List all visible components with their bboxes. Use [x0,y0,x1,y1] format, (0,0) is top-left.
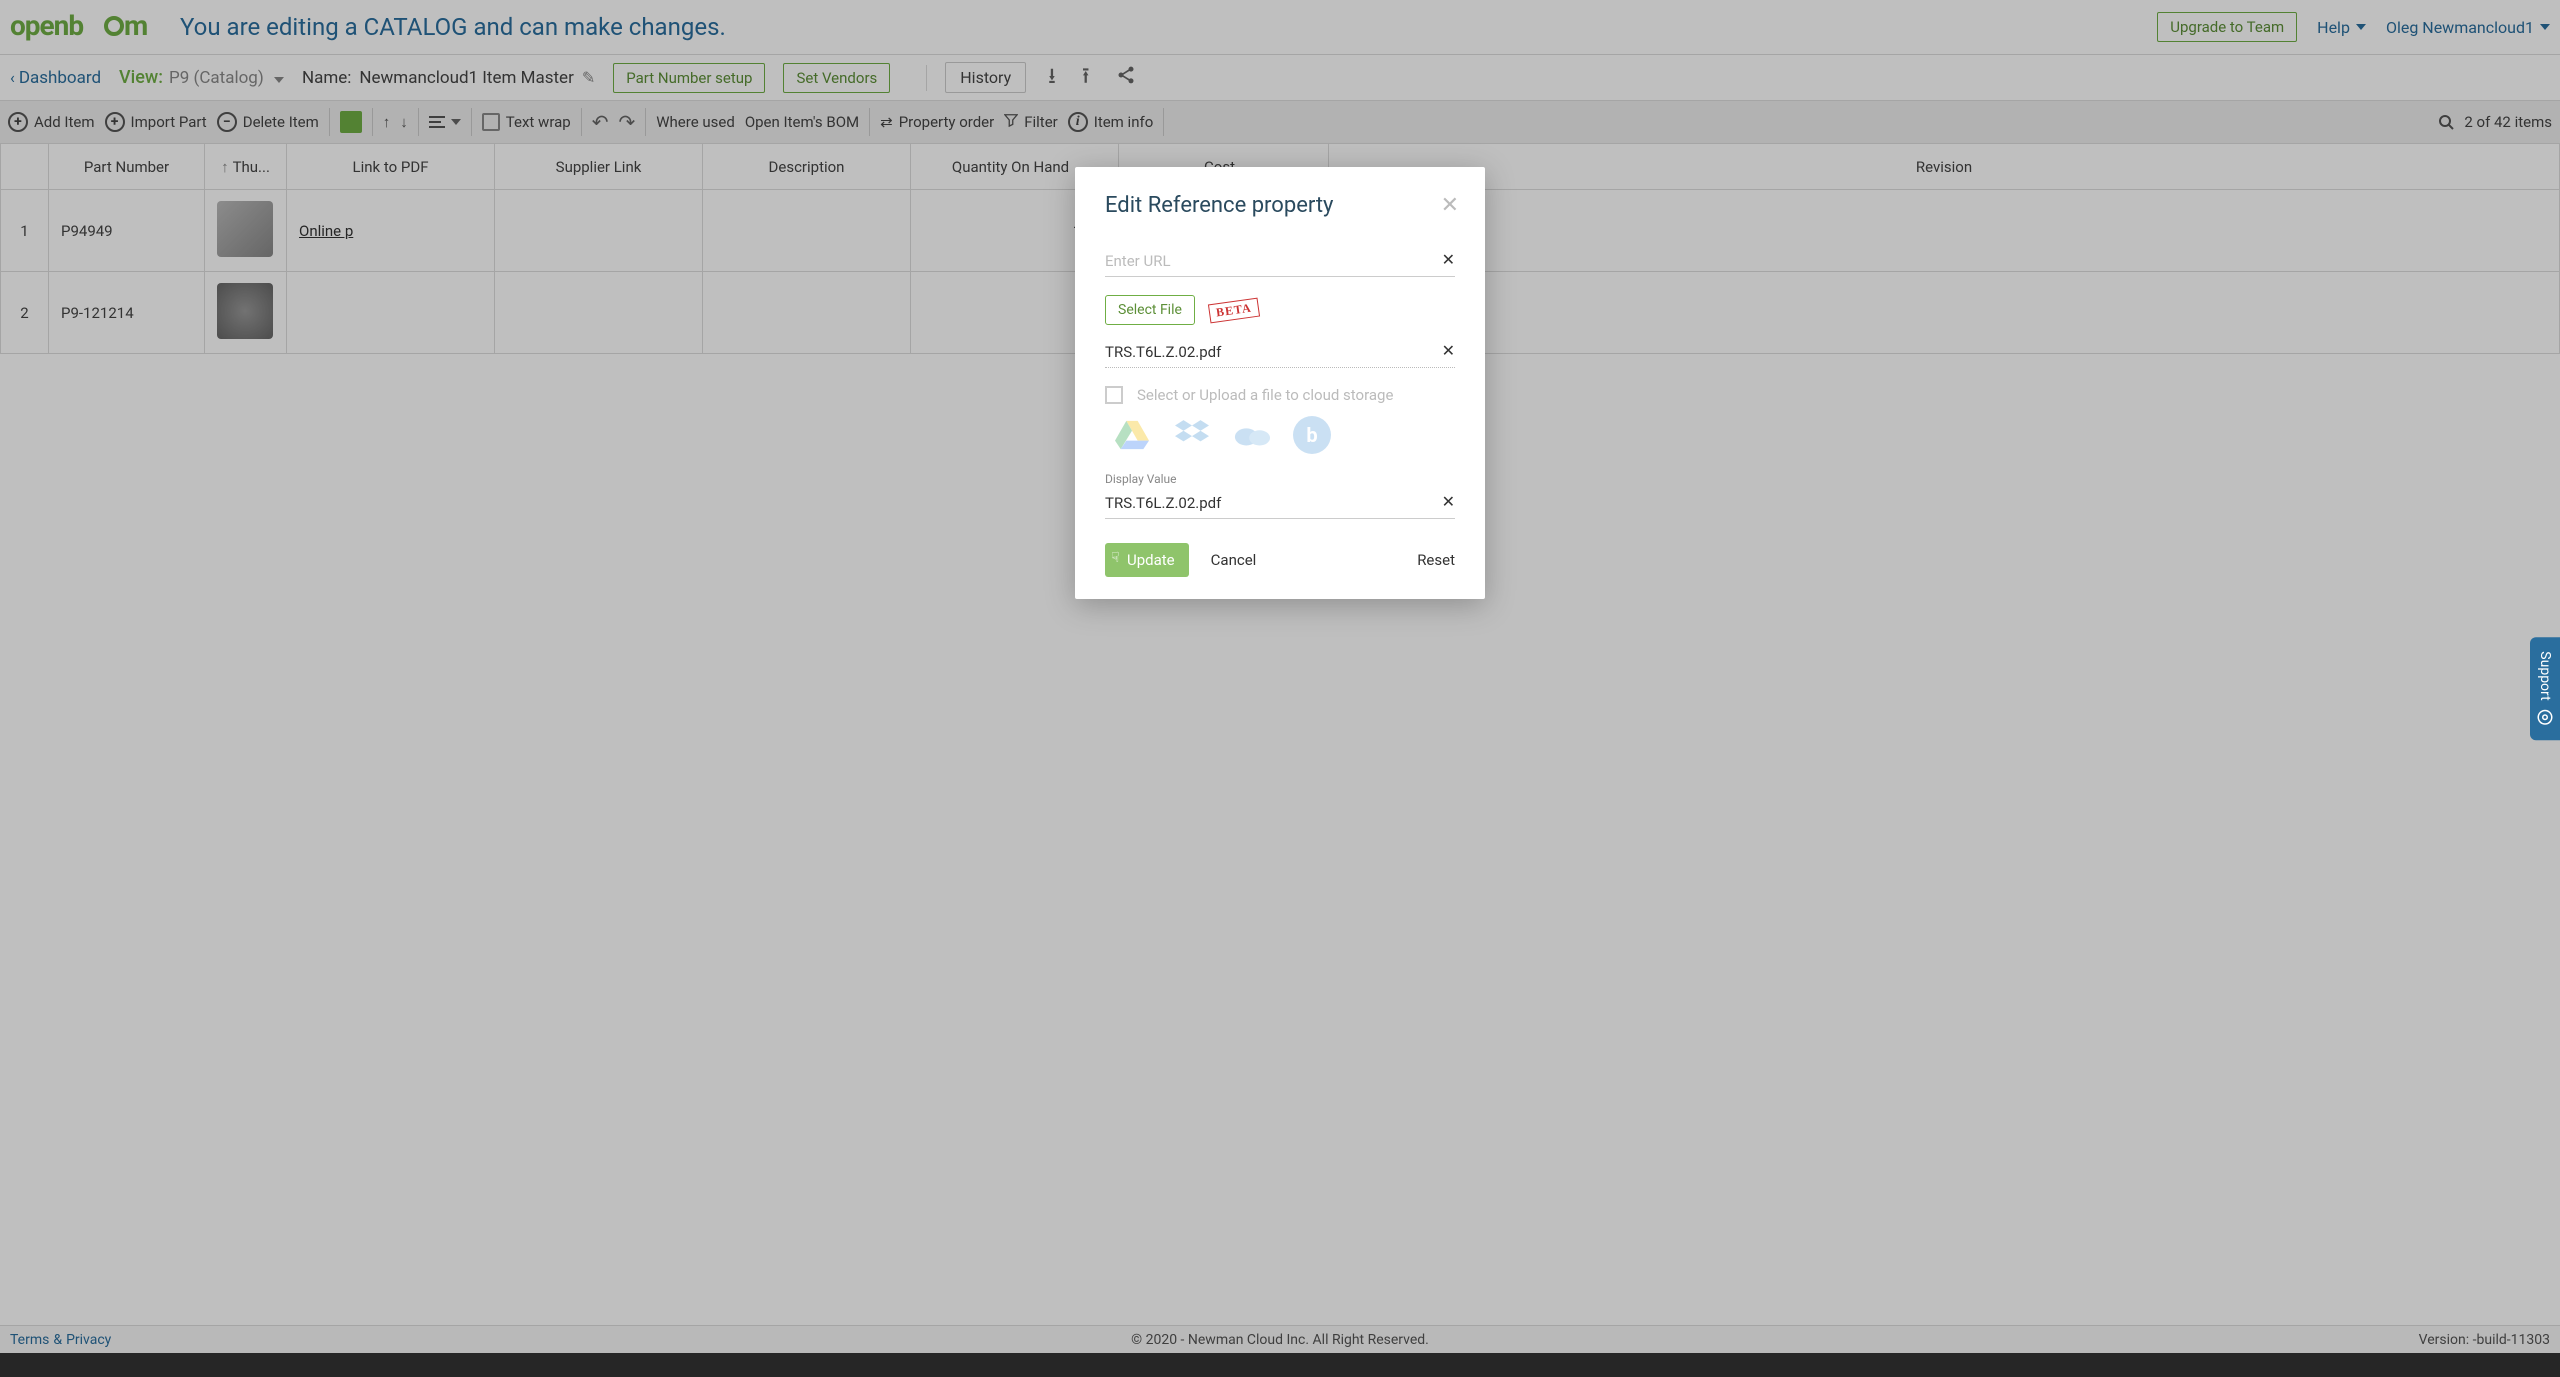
reset-button[interactable]: Reset [1417,551,1455,569]
support-icon [2536,708,2554,726]
cloud-upload-label: Select or Upload a file to cloud storage [1137,386,1393,404]
update-button[interactable]: ☟ Update [1105,543,1189,577]
cloud-upload-checkbox[interactable] [1105,386,1123,404]
selected-file-field[interactable] [1105,337,1455,368]
support-tab[interactable]: Support [2530,637,2560,740]
support-label: Support [2537,651,2553,700]
modal-title: Edit Reference property [1105,193,1455,218]
beta-badge: BETA [1208,297,1260,323]
url-input[interactable] [1105,246,1455,277]
clear-file-icon[interactable]: ✕ [1442,341,1455,360]
display-value-label: Display Value [1105,472,1455,486]
dropbox-icon[interactable] [1173,416,1211,454]
box-icon[interactable]: b [1293,416,1331,454]
google-drive-icon[interactable] [1113,416,1151,454]
clear-url-icon[interactable]: ✕ [1442,250,1455,269]
clear-display-value-icon[interactable]: ✕ [1442,492,1455,511]
edit-reference-modal: Edit Reference property ✕ ✕ Select File … [1075,167,1485,599]
close-icon[interactable]: ✕ [1441,193,1459,218]
select-file-button[interactable]: Select File [1105,295,1195,325]
onedrive-icon[interactable] [1233,416,1271,454]
cursor-icon: ☟ [1111,550,1120,566]
cancel-button[interactable]: Cancel [1211,551,1257,569]
display-value-input[interactable] [1105,488,1455,519]
